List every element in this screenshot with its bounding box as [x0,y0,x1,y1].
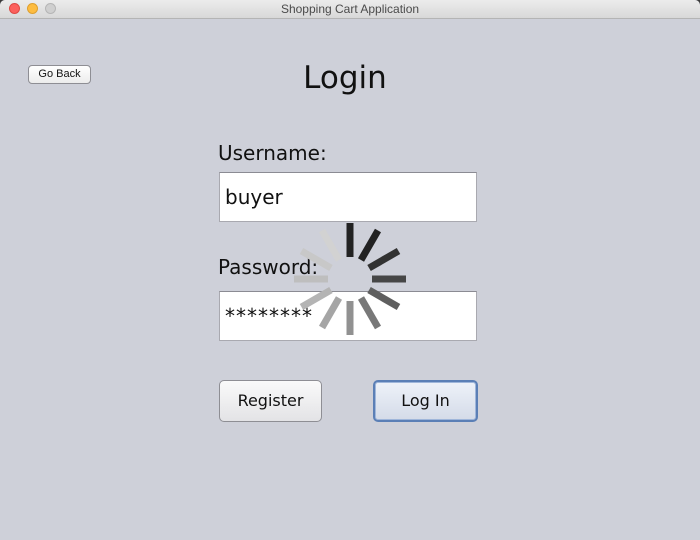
go-back-button[interactable]: Go Back [28,65,91,84]
window-title: Shopping Cart Application [280,2,420,16]
spinner-spoke [367,286,401,311]
spinner-spoke [357,296,382,330]
spinner-spoke [299,286,333,311]
spinner-spoke [367,247,401,272]
spinner-spoke [318,296,343,330]
log-in-button[interactable]: Log In [373,380,478,422]
spinner-spoke [357,228,382,262]
spinner-spoke [299,247,333,272]
username-label: Username: [218,141,327,165]
loading-spinner-icon [294,223,406,335]
app-window: Shopping Cart Application Go Back Login … [0,0,700,540]
register-button[interactable]: Register [219,380,322,422]
spinner-spoke [318,228,343,262]
page-title: Login [303,60,387,96]
username-input[interactable] [219,172,477,222]
title-bar[interactable]: Shopping Cart Application [0,0,700,19]
